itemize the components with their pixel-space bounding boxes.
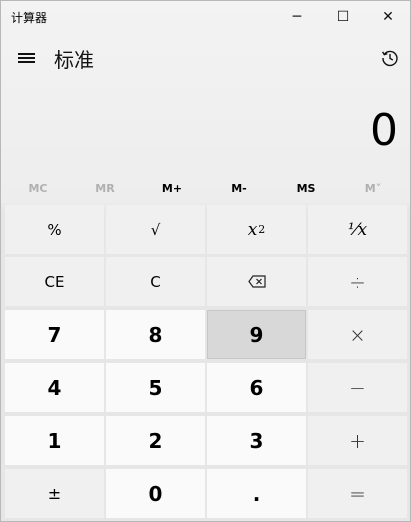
square-exponent: 2 xyxy=(258,223,266,236)
digit-5-button[interactable]: 5 xyxy=(106,363,205,412)
result-display: 0 xyxy=(370,105,398,156)
digit-1-button[interactable]: 1 xyxy=(5,416,104,465)
window-title: 计算器 xyxy=(11,11,48,25)
history-icon xyxy=(381,50,398,67)
memory-store-button[interactable]: MS xyxy=(272,179,340,199)
calculator-window: 计算器 ─ ☐ ✕ 标准 0 MC MR M+ M- MS M˅ % √ x 2… xyxy=(0,0,411,522)
maximize-button[interactable]: ☐ xyxy=(320,1,366,33)
close-icon: ✕ xyxy=(382,9,394,25)
history-button[interactable] xyxy=(373,41,407,75)
reciprocal-button[interactable]: ⅟x xyxy=(308,205,407,254)
hamburger-icon xyxy=(17,53,35,63)
keypad: % √ x2 ⅟x CE C ÷ 7 8 9 × 4 5 6 − 1 2 3 +… xyxy=(5,205,407,518)
negate-button[interactable]: ± xyxy=(5,469,104,518)
square-base: x xyxy=(247,219,258,240)
memory-clear-button[interactable]: MC xyxy=(4,179,72,199)
percent-button[interactable]: % xyxy=(5,205,104,254)
digit-3-button[interactable]: 3 xyxy=(207,416,306,465)
digit-0-button[interactable]: 0 xyxy=(106,469,205,518)
memory-list-button[interactable]: M˅ xyxy=(339,179,407,199)
digit-2-button[interactable]: 2 xyxy=(106,416,205,465)
mode-title: 标准 xyxy=(54,48,94,72)
backspace-icon xyxy=(247,275,266,288)
square-root-button[interactable]: √ xyxy=(106,205,205,254)
divide-button[interactable]: ÷ xyxy=(308,257,407,306)
add-button[interactable]: + xyxy=(308,416,407,465)
subtract-button[interactable]: − xyxy=(308,363,407,412)
clear-entry-button[interactable]: CE xyxy=(5,257,104,306)
close-button[interactable]: ✕ xyxy=(365,1,411,33)
digit-6-button[interactable]: 6 xyxy=(207,363,306,412)
clear-button[interactable]: C xyxy=(106,257,205,306)
memory-recall-button[interactable]: MR xyxy=(71,179,139,199)
equals-button[interactable]: = xyxy=(308,469,407,518)
navigation-menu-button[interactable] xyxy=(9,41,43,75)
square-button[interactable]: x2 xyxy=(207,205,306,254)
decimal-point-button[interactable]: . xyxy=(207,469,306,518)
minimize-icon: ─ xyxy=(292,9,302,25)
digit-4-button[interactable]: 4 xyxy=(5,363,104,412)
maximize-icon: ☐ xyxy=(336,9,350,25)
memory-subtract-button[interactable]: M- xyxy=(205,179,273,199)
memory-add-button[interactable]: M+ xyxy=(138,179,206,199)
digit-8-button[interactable]: 8 xyxy=(106,310,205,359)
title-bar: 计算器 ─ ☐ ✕ xyxy=(1,1,410,33)
minimize-button[interactable]: ─ xyxy=(274,1,320,33)
digit-7-button[interactable]: 7 xyxy=(5,310,104,359)
digit-9-button[interactable]: 9 xyxy=(207,310,306,359)
memory-bar: MC MR M+ M- MS M˅ xyxy=(1,179,410,199)
multiply-button[interactable]: × xyxy=(308,310,407,359)
backspace-button[interactable] xyxy=(207,257,306,306)
